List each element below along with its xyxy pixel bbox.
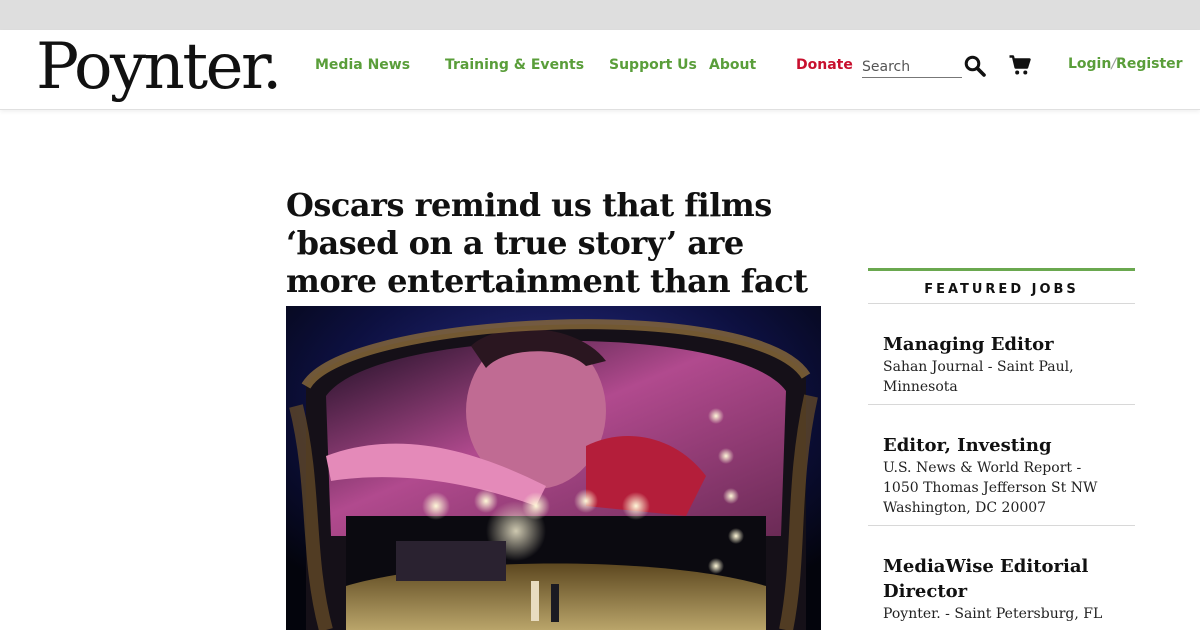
- job-listing[interactable]: MediaWise Editorial Director Poynter. - …: [868, 526, 1135, 630]
- shopping-cart-icon[interactable]: [1009, 55, 1031, 81]
- search-icon[interactable]: [964, 55, 986, 82]
- job-meta: Poynter. - Saint Petersburg, FL: [883, 606, 1103, 622]
- search-input[interactable]: [862, 56, 962, 77]
- featured-jobs-panel: FEATURED JOBS Managing Editor Sahan Jour…: [868, 268, 1135, 630]
- job-title: Editor, Investing: [883, 435, 1052, 456]
- site-header: Poynter. Media News Training & Events Su…: [0, 30, 1200, 110]
- login-link[interactable]: Login: [1068, 56, 1111, 72]
- nav-media-news[interactable]: Media News: [315, 57, 410, 73]
- job-title: Managing Editor: [883, 334, 1054, 355]
- job-listing[interactable]: Editor, Investing U.S. News & World Repo…: [868, 405, 1135, 526]
- article-headline: Oscars remind us that films ‘based on a …: [286, 186, 808, 300]
- nav-training-events[interactable]: Training & Events: [445, 57, 584, 73]
- poynter-logo[interactable]: Poynter.: [36, 30, 282, 104]
- nav-donate[interactable]: Donate: [796, 57, 853, 73]
- search-box: [862, 56, 962, 78]
- register-link[interactable]: Register: [1116, 56, 1183, 72]
- article-hero-image[interactable]: [286, 306, 821, 630]
- nav-about[interactable]: About: [709, 57, 756, 73]
- job-meta: Sahan Journal - Saint Paul, Minnesota: [883, 359, 1074, 395]
- job-title: MediaWise Editorial Director: [883, 556, 1089, 602]
- featured-jobs-heading: FEATURED JOBS: [868, 271, 1135, 304]
- job-listing[interactable]: Managing Editor Sahan Journal - Saint Pa…: [868, 304, 1135, 405]
- hero-image-graphic: [286, 306, 821, 630]
- account-links: Login/Register: [1068, 56, 1183, 72]
- job-meta: U.S. News & World Report - 1050 Thomas J…: [883, 460, 1098, 516]
- nav-support-us[interactable]: Support Us: [609, 57, 697, 73]
- top-browser-strip: [0, 0, 1200, 30]
